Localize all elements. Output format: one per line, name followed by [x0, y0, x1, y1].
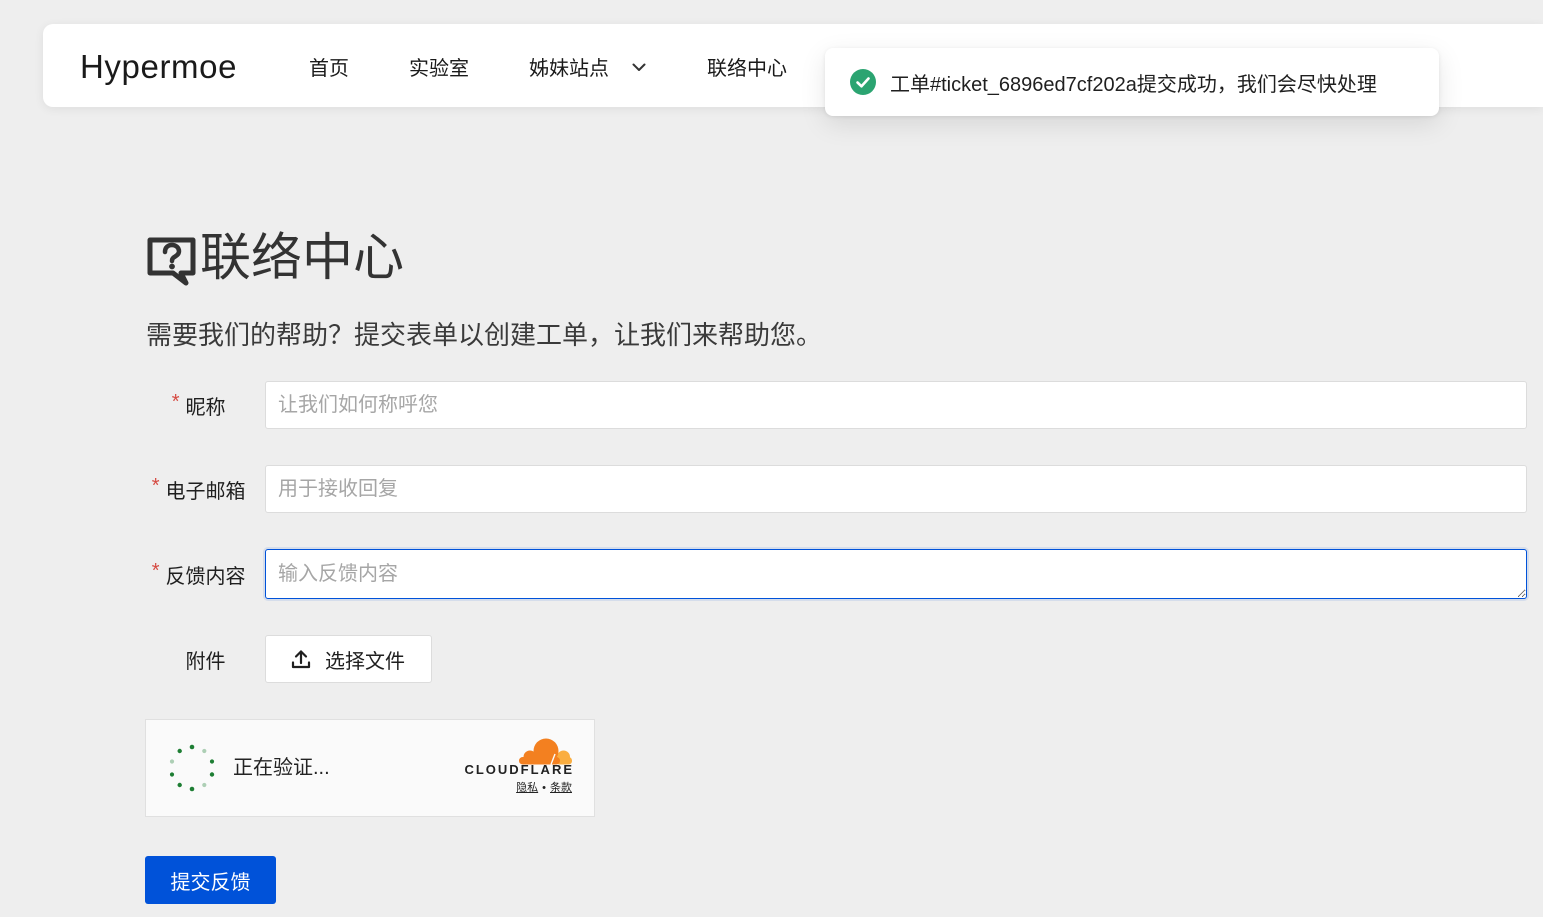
toast-message: 工单#ticket_6896ed7cf202a提交成功，我们会尽快处理 [890, 73, 1377, 96]
upload-icon [291, 650, 311, 669]
email-label: * 电子邮箱 [146, 475, 265, 504]
feedback-textarea[interactable] [265, 549, 1527, 599]
chevron-down-icon[interactable] [631, 59, 647, 75]
attachment-label-text: 附件 [185, 650, 226, 673]
site-logo[interactable]: Hypermoe [80, 24, 237, 107]
form-row-email: * 电子邮箱 [146, 465, 1527, 513]
form-row-feedback: * 反馈内容 [146, 549, 1527, 599]
attachment-control: 选择文件 [265, 635, 1527, 683]
email-control [265, 465, 1527, 513]
submit-feedback-button[interactable]: 提交反馈 [145, 856, 276, 904]
nav-item-label: 姊妹站点 [529, 58, 609, 80]
page-title-text: 联络中心 [200, 229, 405, 286]
privacy-link[interactable]: 隐私 [516, 782, 538, 794]
feedback-control [265, 549, 1527, 599]
cloudflare-links: 隐私 • 条款 [516, 781, 572, 795]
required-mark: * [151, 474, 160, 497]
comment-question-icon [147, 237, 196, 286]
required-mark: * [171, 390, 180, 413]
link-separator: • [542, 782, 546, 794]
nav-item-contact-center[interactable]: 联络中心 [707, 50, 787, 81]
spinner-icon [169, 744, 215, 792]
cloudflare-wordmark: CLOUDFLARE [464, 762, 574, 777]
nav-item-home[interactable]: 首页 [309, 50, 349, 81]
required-mark: * [151, 559, 160, 582]
choose-file-label: 选择文件 [325, 650, 405, 673]
feedback-label: * 反馈内容 [146, 560, 265, 589]
success-toast: 工单#ticket_6896ed7cf202a提交成功，我们会尽快处理 [825, 48, 1439, 116]
choose-file-button[interactable]: 选择文件 [265, 635, 432, 683]
nickname-label-text: 昵称 [185, 396, 226, 419]
feedback-label-text: 反馈内容 [165, 565, 246, 588]
nav-item-label: 实验室 [409, 58, 469, 80]
main-nav: 首页 实验室 姊妹站点 联络中心 [309, 24, 847, 107]
page-title: 联络中心 [146, 226, 404, 290]
nav-item-lab[interactable]: 实验室 [409, 50, 469, 81]
nickname-label: * 昵称 [146, 391, 265, 420]
cloudflare-branding: CLOUDFLARE 隐私 • 条款 [452, 737, 572, 795]
attachment-label: 附件 [146, 645, 265, 674]
form-row-nickname: * 昵称 [146, 381, 1527, 429]
check-circle-icon [850, 69, 876, 95]
email-label-text: 电子邮箱 [165, 480, 246, 503]
nav-item-sister-sites-dropdown[interactable]: 姊妹站点 [529, 50, 647, 81]
nav-item-label: 首页 [309, 58, 349, 80]
terms-link[interactable]: 条款 [550, 782, 572, 794]
captcha-status-text: 正在验证... [233, 757, 330, 779]
cloudflare-captcha-widget[interactable]: 正在验证... CLOUDFLARE 隐私 • 条款 [145, 719, 595, 817]
cloudflare-cloud-icon [519, 738, 572, 765]
nickname-input[interactable] [265, 381, 1527, 429]
page-subtitle: 需要我们的帮助？提交表单以创建工单，让我们来帮助您。 [146, 320, 823, 350]
form-row-attachment: 附件 选择文件 [146, 635, 1527, 683]
nickname-control [265, 381, 1527, 429]
nav-item-label: 联络中心 [707, 58, 787, 80]
email-field[interactable] [265, 465, 1527, 513]
